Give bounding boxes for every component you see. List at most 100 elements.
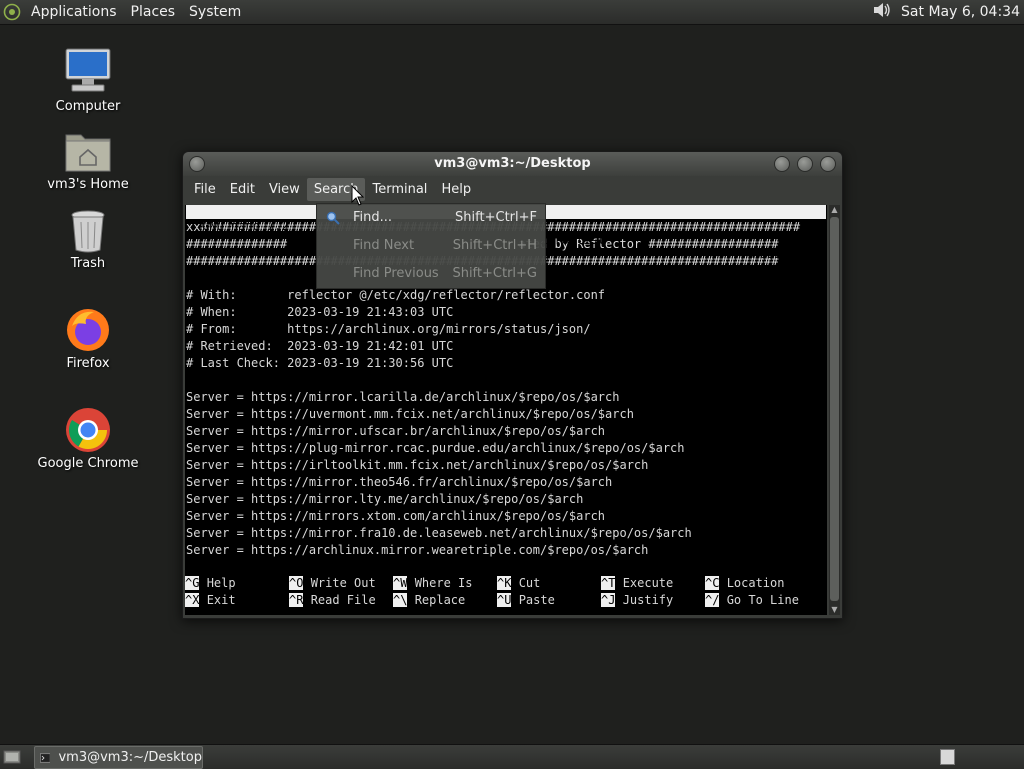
shortcut-key: ^G [185,576,200,590]
nano-shortcut: ^T Execute [601,575,673,592]
nano-filename: irrorlist [540,233,606,247]
terminal-icon [40,752,51,763]
desktop-icon-firefox[interactable]: Firefox [33,306,143,371]
nano-version: GNU nano 7.2 [202,219,289,233]
close-button[interactable] [820,156,836,172]
scrollbar-thumb[interactable] [830,217,839,601]
nano-shortcut: ^G Help [185,575,236,592]
search-menu-dropdown: Find... Shift+Ctrl+F Find Next Shift+Ctr… [316,203,546,289]
nano-line: Server = https://mirror.ufscar.br/archli… [186,424,606,438]
nano-line: # When: 2023-03-19 21:43:03 UTC [186,305,454,319]
applications-menu[interactable]: Applications [24,4,124,20]
nano-line: Server = https://mirror.lty.me/archlinux… [186,492,584,506]
shortcut-key: ^R [289,593,304,607]
shortcut-key: ^O [289,576,304,590]
nano-line: Server = https://mirror.fra10.de.leasewe… [186,526,692,540]
workspace-switcher[interactable] [940,749,955,765]
firefox-icon [67,309,109,351]
window-titlebar[interactable]: vm3@vm3:~/Desktop [183,152,842,176]
nano-shortcut: ^U Paste [497,592,555,609]
shortcut-label: Paste [518,593,555,607]
nano-shortcut-bar: ^G Help ^O Write Out ^W Where Is ^K Cut ^T E… [185,575,827,609]
shortcut-key: ^K [497,576,512,590]
shortcut-label: Justify [622,593,674,607]
scroll-up-arrow-icon[interactable]: ▲ [830,205,839,215]
volume-icon[interactable] [871,0,893,24]
shortcut-key: ^U [497,593,512,607]
shortcut-key: ^/ [705,593,720,607]
nano-shortcut: ^J Justify [601,592,673,609]
bottom-panel: vm3@vm3:~/Desktop [0,744,1024,769]
menu-item-find-next: Find Next Shift+Ctrl+H [317,232,545,260]
window-title: vm3@vm3:~/Desktop [434,156,591,171]
nano-line: Server = https://uvermont.mm.fcix.net/ar… [186,407,634,421]
shortcut-label: Help [206,576,236,590]
menu-edit[interactable]: Edit [223,178,262,201]
desktop-icon-chrome[interactable]: Google Chrome [33,406,143,471]
taskbar-terminal-label: vm3@vm3:~/Desktop [58,750,202,765]
nano-line: # Retrieved: 2023-03-19 21:42:01 UTC [186,339,454,353]
scroll-down-arrow-icon[interactable]: ▼ [830,605,839,615]
desktop-icon-computer[interactable]: Computer [33,45,143,114]
shortcut-label: Read File [310,593,376,607]
nano-line: Server = https://plug-mirror.rcac.purdue… [186,441,685,455]
show-desktop-icon[interactable] [3,749,21,769]
chrome-icon [66,408,110,452]
find-next-label: Find Next [353,238,415,253]
distro-logo-icon[interactable] [0,0,24,24]
desktop-label-computer: Computer [55,99,121,114]
shortcut-key: ^C [705,576,720,590]
nano-shortcut: ^R Read File [289,592,376,609]
shortcut-label: Write Out [310,576,376,590]
find-accel: Shift+Ctrl+F [455,210,537,225]
desktop-label-home: vm3's Home [47,177,129,192]
nano-shortcut: ^/ Go To Line [705,592,799,609]
mouse-cursor-icon [351,185,365,206]
nano-shortcut: ^\ Replace [393,592,465,609]
shortcut-key: ^T [601,576,616,590]
shortcut-label: Cut [518,576,541,590]
shortcut-key: ^W [393,576,408,590]
clock[interactable]: Sat May 6, 04:34 [901,4,1020,20]
home-folder-icon [65,134,111,172]
shortcut-label: Execute [622,576,674,590]
nano-shortcut: ^W Where Is [393,575,472,592]
terminal-scrollbar[interactable]: ▲ ▼ [829,205,840,615]
find-next-accel: Shift+Ctrl+H [452,238,537,253]
taskbar-terminal-button[interactable]: vm3@vm3:~/Desktop [34,746,203,769]
desktop-label-trash: Trash [70,256,106,271]
nano-shortcut: ^O Write Out [289,575,376,592]
shortcut-key: ^\ [393,593,408,607]
desktop-icon-trash[interactable]: Trash [33,208,143,271]
shortcut-key: ^X [185,593,200,607]
nano-line: Server = https://mirrors.xtom.com/archli… [186,509,606,523]
top-panel: Applications Places System Sat May 6, 04… [0,0,1024,25]
shortcut-label: Where Is [414,576,473,590]
menu-item-find-previous: Find Previous Shift+Ctrl+G [317,260,545,288]
menu-view[interactable]: View [262,178,307,201]
desktop-label-firefox: Firefox [66,356,110,371]
places-menu[interactable]: Places [124,4,183,20]
nano-line: Server = https://mirror.lcarilla.de/arch… [186,390,620,404]
maximize-button[interactable] [797,156,813,172]
menu-item-find[interactable]: Find... Shift+Ctrl+F [317,204,545,232]
magnifier-icon [326,211,340,225]
nano-line: Server = https://mirror.theo546.fr/archl… [186,475,613,489]
desktop-label-chrome: Google Chrome [37,456,139,471]
nano-line [185,372,827,389]
shortcut-label: Replace [414,593,466,607]
shortcut-label: Go To Line [726,593,799,607]
nano-line: Server = https://archlinux.mirror.wearet… [186,543,649,557]
trash-icon [71,210,105,253]
desktop-icon-home[interactable]: vm3's Home [33,127,143,192]
nano-shortcut: ^X Exit [185,592,236,609]
nano-line: Server = https://irltoolkit.mm.fcix.net/… [186,458,649,472]
system-menu[interactable]: System [182,4,248,20]
find-previous-accel: Shift+Ctrl+G [452,266,537,281]
menu-terminal[interactable]: Terminal [365,178,434,201]
menu-help[interactable]: Help [434,178,478,201]
computer-icon [65,48,111,92]
shortcut-label: Exit [206,593,236,607]
minimize-button[interactable] [774,156,790,172]
menu-file[interactable]: File [187,178,223,201]
